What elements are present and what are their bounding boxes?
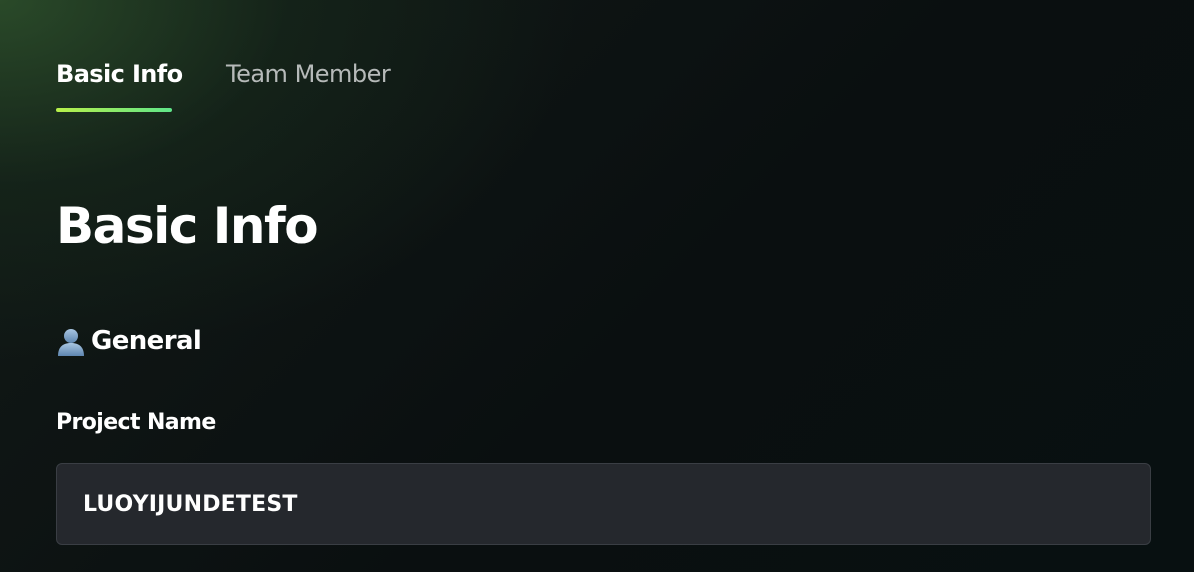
person-icon (56, 326, 86, 356)
tab-team-member-label: Team Member (226, 60, 391, 88)
project-name-label: Project Name (56, 410, 216, 435)
tab-basic-info-label: Basic Info (56, 60, 183, 88)
tab-basic-info[interactable]: Basic Info (56, 56, 183, 112)
active-tab-indicator (56, 108, 172, 112)
section-label: General (91, 326, 202, 356)
page-title: Basic Info (56, 197, 319, 255)
section-heading-general: General (56, 324, 202, 358)
tab-team-member[interactable]: Team Member (226, 56, 391, 112)
project-name-input[interactable] (56, 463, 1151, 545)
tab-bar: Basic Info Team Member (56, 56, 391, 112)
